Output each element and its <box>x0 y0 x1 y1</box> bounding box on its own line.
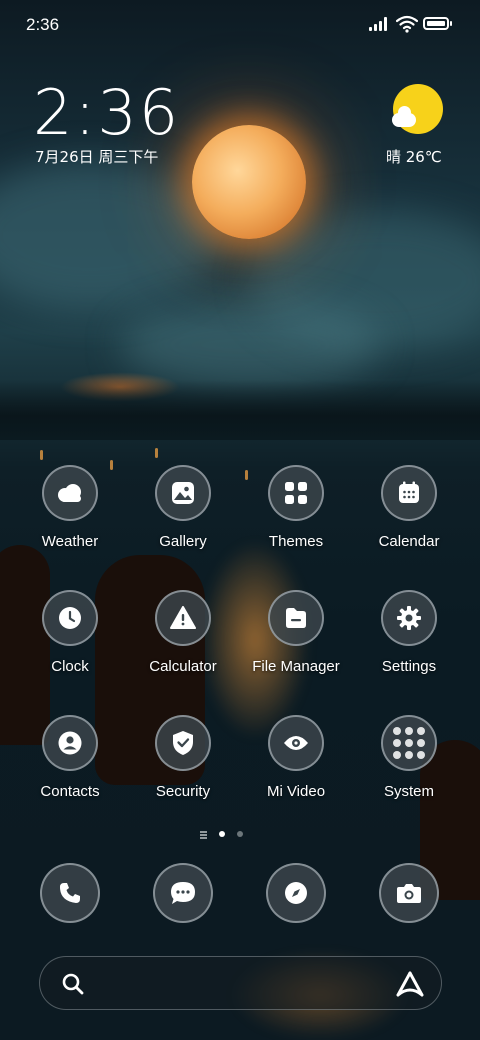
search-icon[interactable] <box>61 972 85 996</box>
list-pages-icon <box>200 831 207 839</box>
weather-widget-text[interactable]: 晴 26℃ <box>386 146 442 167</box>
app-label: Security <box>155 783 211 800</box>
app-label: Contacts <box>40 783 100 800</box>
folder-grid-icon <box>381 715 437 771</box>
app-label: Calculator <box>149 658 217 675</box>
dock-browser[interactable] <box>266 863 326 923</box>
light-sparkle <box>40 450 43 460</box>
gallery-icon <box>155 465 211 521</box>
app-calculator[interactable]: Calculator <box>127 590 239 675</box>
app-label: Gallery <box>159 533 207 550</box>
app-themes[interactable]: Themes <box>240 465 352 550</box>
home-screen: 2:36 2:36 7月26日 周三下午 晴 26℃ Weather Galle… <box>0 0 480 1040</box>
light-sparkle <box>155 448 158 458</box>
dock-phone[interactable] <box>40 863 100 923</box>
battery-icon <box>423 17 449 30</box>
app-weather[interactable]: Weather <box>14 465 126 550</box>
app-mi-video[interactable]: Mi Video <box>240 715 352 800</box>
clock-widget-date[interactable]: 7月26日 周三下午 <box>35 146 158 167</box>
chat-bubble-icon <box>153 863 213 923</box>
camera-icon <box>379 863 439 923</box>
clock-widget-time[interactable]: 2:36 <box>33 76 180 149</box>
page-indicator[interactable] <box>200 830 250 840</box>
page-dot <box>237 831 243 837</box>
app-label: Weather <box>41 533 99 550</box>
app-label: Themes <box>268 533 324 550</box>
status-time: 2:36 <box>26 15 60 34</box>
shoreline <box>0 380 480 440</box>
cloud-layer <box>0 160 220 310</box>
app-contacts[interactable]: Contacts <box>14 715 126 800</box>
gear-icon <box>381 590 437 646</box>
phone-icon <box>40 863 100 923</box>
app-label: Calendar <box>378 533 440 550</box>
dock-messages[interactable] <box>153 863 213 923</box>
app-calendar[interactable]: Calendar <box>353 465 465 550</box>
weather-cloud-icon <box>42 465 98 521</box>
themes-grid-icon <box>268 465 324 521</box>
moon-image <box>192 125 306 239</box>
eye-icon <box>268 715 324 771</box>
app-label: Mi Video <box>266 783 326 800</box>
app-system-folder[interactable]: System <box>353 715 465 800</box>
calendar-icon <box>381 465 437 521</box>
shield-check-icon <box>155 715 211 771</box>
app-label: Settings <box>381 658 437 675</box>
dock-camera[interactable] <box>379 863 439 923</box>
app-file-manager[interactable]: File Manager <box>240 590 352 675</box>
wifi-icon <box>396 15 418 33</box>
app-label: File Manager <box>252 658 340 675</box>
person-icon <box>42 715 98 771</box>
app-label: Clock <box>51 658 89 675</box>
folder-icon <box>268 590 324 646</box>
calculator-warning-icon <box>155 590 211 646</box>
app-clock[interactable]: Clock <box>14 590 126 675</box>
app-settings[interactable]: Settings <box>353 590 465 675</box>
app-gallery[interactable]: Gallery <box>127 465 239 550</box>
app-security[interactable]: Security <box>127 715 239 800</box>
page-dot-active <box>219 831 225 837</box>
status-bar: 2:36 <box>0 0 480 50</box>
cloud-icon <box>392 106 416 127</box>
clock-icon <box>42 590 98 646</box>
signal-icon <box>369 17 391 31</box>
app-label: System <box>383 783 434 800</box>
search-bar[interactable] <box>39 956 442 1010</box>
compass-icon <box>266 863 326 923</box>
battery-cap <box>450 21 452 26</box>
assistant-a-icon[interactable] <box>396 971 424 997</box>
